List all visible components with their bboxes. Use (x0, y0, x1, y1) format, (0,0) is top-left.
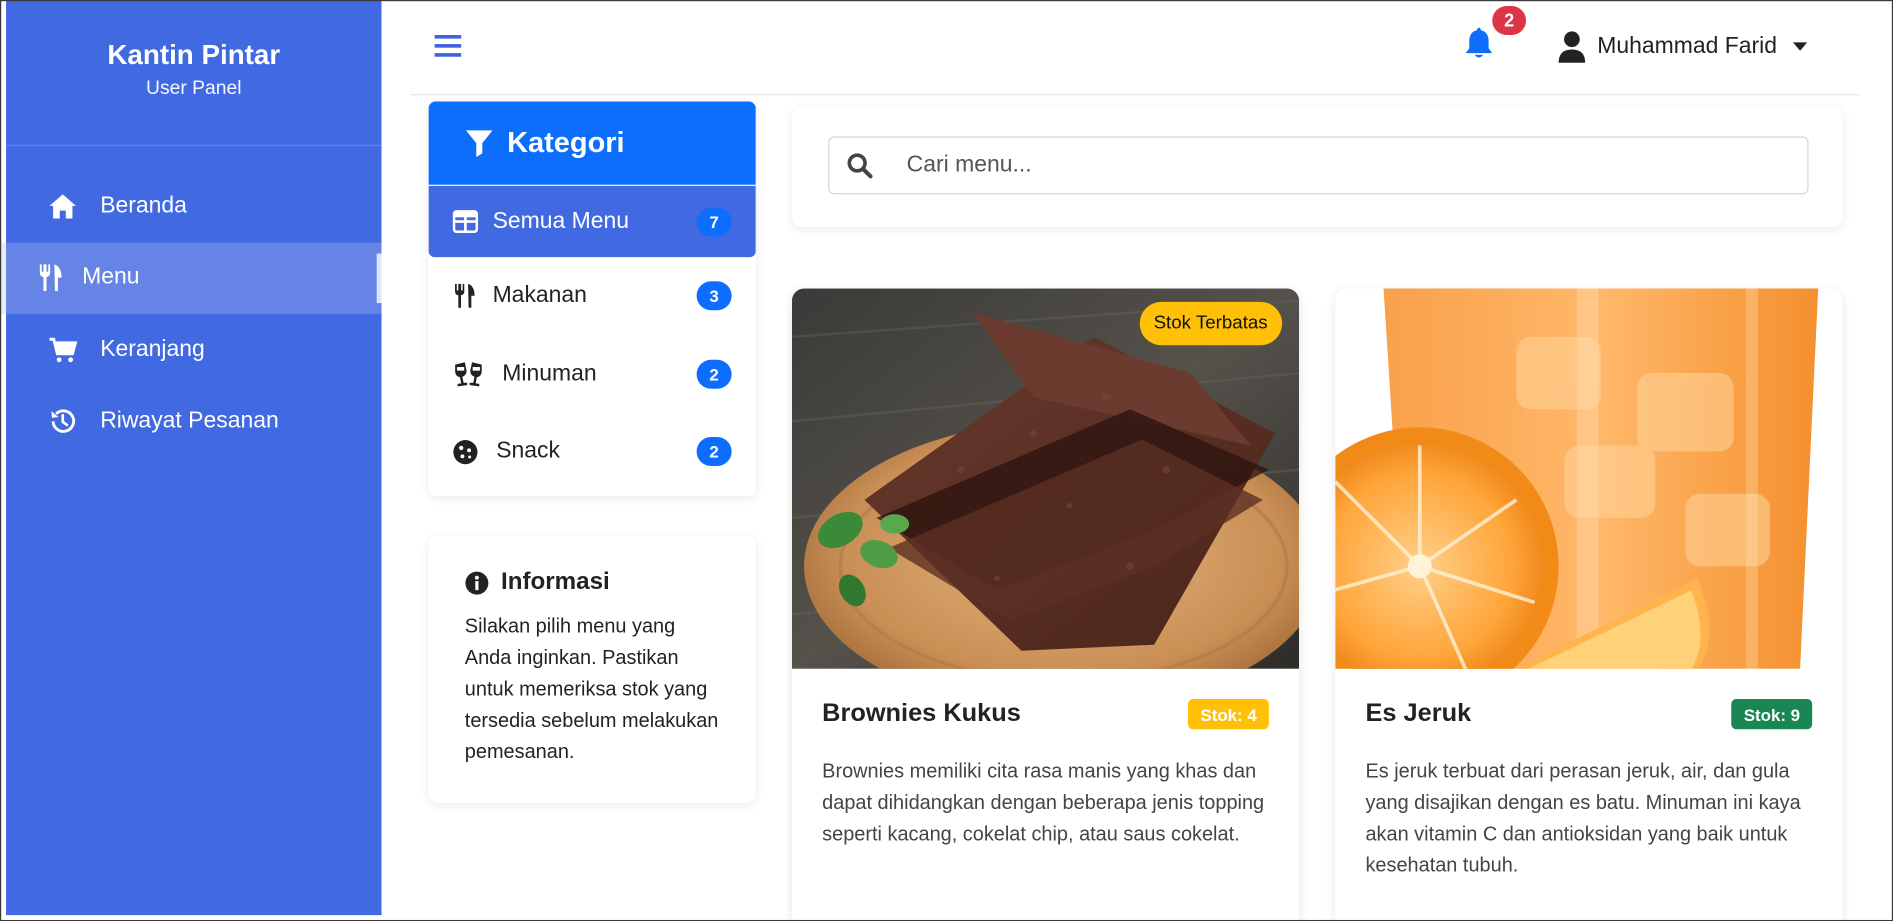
user-icon (1558, 31, 1586, 63)
category-label: Snack (496, 438, 560, 464)
utensils-icon (36, 263, 65, 292)
category-label: Semua Menu (492, 208, 630, 234)
limited-stock-badge: Stok Terbatas (1139, 301, 1283, 346)
product-image-es-jeruk (1335, 288, 1843, 669)
sidebar-nav: Beranda Menu Keranjang Riwayat Pesanan (0, 170, 382, 458)
stock-badge: Stok: 9 (1731, 699, 1813, 730)
product-name: Brownies Kukus (822, 699, 1021, 727)
category-count-badge: 2 (696, 359, 732, 389)
info-title-row: Informasi (465, 569, 610, 597)
user-menu-dropdown[interactable]: Muhammad Farid (1557, 28, 1808, 67)
search-icon (847, 153, 873, 179)
bell-icon (1465, 27, 1493, 58)
hamburger-icon (434, 35, 462, 57)
filter-icon (466, 129, 493, 157)
sidebar: Kantin Pintar User Panel Beranda Menu Ke… (0, 0, 382, 916)
sidebar-item-menu[interactable]: Menu (0, 242, 382, 314)
sidebar-item-riwayat-pesanan[interactable]: Riwayat Pesanan (6, 386, 381, 458)
product-name: Es Jeruk (1365, 699, 1472, 727)
brand-title: Kantin Pintar (107, 38, 281, 71)
glasses-icon (452, 361, 486, 388)
category-count-badge: 2 (696, 437, 732, 467)
category-card: Kategori Semua Menu 7 Makanan 3 Minuman … (428, 101, 756, 497)
history-icon (48, 407, 77, 436)
cart-icon (48, 335, 78, 364)
notifications-button[interactable] (1463, 27, 1494, 61)
category-title: Kategori (507, 126, 625, 159)
caret-down-icon (1792, 42, 1808, 51)
sidebar-item-label: Beranda (100, 192, 187, 219)
info-circle-icon (465, 571, 489, 594)
sidebar-item-label: Riwayat Pesanan (100, 408, 279, 434)
search-input[interactable] (904, 150, 1779, 180)
category-item-snack[interactable]: Snack 2 (429, 413, 756, 491)
category-item-semua-menu[interactable]: Semua Menu 7 (428, 185, 756, 258)
info-text: Silakan pilih menu yang Anda inginkan. P… (464, 615, 719, 764)
notification-count-badge: 2 (1492, 6, 1527, 36)
grid-icon (452, 208, 479, 235)
hamburger-menu-button[interactable] (433, 31, 462, 60)
product-card-es-jeruk[interactable]: Es Jeruk Stok: 9 Es jeruk terbuat dari p… (1335, 288, 1843, 921)
user-name: Muhammad Farid (1597, 33, 1778, 60)
product-description: Brownies memiliki cita rasa manis yang k… (822, 760, 1265, 846)
info-card: Informasi Silakan pilih menu yang Anda i… (428, 534, 756, 803)
sidebar-item-label: Keranjang (100, 336, 205, 362)
info-title: Informasi (501, 568, 610, 596)
product-description: Es jeruk terbuat dari perasan jeruk, air… (1365, 760, 1801, 877)
product-image-brownies: Stok Terbatas (791, 288, 1300, 669)
category-item-makanan[interactable]: Makanan 3 (429, 257, 756, 335)
category-label: Minuman (502, 360, 597, 387)
utensils-icon (452, 283, 479, 310)
search-box (828, 136, 1809, 195)
category-item-minuman[interactable]: Minuman 2 (429, 335, 756, 413)
category-count-badge: 3 (696, 281, 732, 311)
brand-subtitle: User Panel (145, 78, 242, 99)
product-card-brownies-kukus[interactable]: Stok Terbatas Brownies Kukus Stok: 4 Bro… (791, 288, 1300, 921)
search-card (791, 106, 1843, 227)
cookie-icon (452, 439, 479, 466)
home-icon (48, 192, 77, 221)
category-header: Kategori (428, 101, 756, 185)
stock-badge: Stok: 4 (1188, 699, 1269, 730)
sidebar-item-label: Menu (82, 264, 140, 291)
top-bar: 2 Muhammad Farid (410, 0, 1860, 96)
sidebar-item-keranjang[interactable]: Keranjang (6, 314, 381, 386)
sidebar-brand: Kantin Pintar User Panel (6, 0, 382, 147)
app-window: Kantin Pintar User Panel Beranda Menu Ke… (0, 0, 1893, 921)
category-count-badge: 7 (696, 207, 732, 237)
sidebar-item-beranda[interactable]: Beranda (6, 170, 381, 242)
category-label: Makanan (492, 282, 587, 309)
